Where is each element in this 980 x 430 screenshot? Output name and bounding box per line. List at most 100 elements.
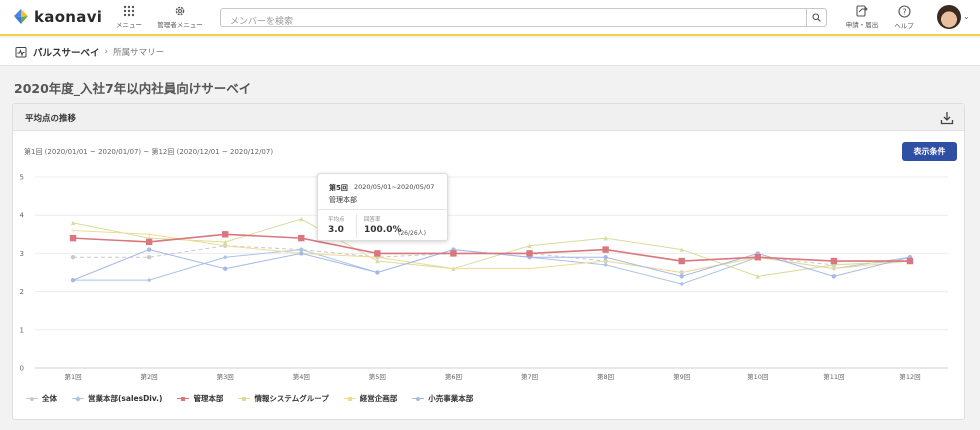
- x-tick-label: 第2回: [141, 372, 158, 381]
- user-avatar[interactable]: [937, 5, 961, 29]
- data-point: [450, 250, 457, 257]
- data-point: [146, 277, 152, 283]
- document-apply-icon: [855, 5, 868, 17]
- help-icon: ?: [897, 5, 911, 18]
- x-tick-label: 第12回: [899, 372, 920, 381]
- data-point: [526, 250, 533, 257]
- tooltip-dates: 2020/05/01~2020/05/07: [354, 183, 435, 191]
- tooltip-rate-detail: (26/26人): [398, 230, 426, 237]
- y-tick-label: 4: [20, 212, 25, 220]
- legend-swatch-marker: [416, 396, 421, 401]
- x-tick-label: 第10回: [747, 372, 768, 381]
- legend-label: 管理本部: [193, 394, 224, 403]
- tooltip-vdivider: [356, 214, 357, 238]
- x-tick-label: 第5回: [369, 372, 386, 381]
- legend-label: 経営企画部: [359, 394, 398, 403]
- member-search: [220, 8, 827, 31]
- apply-label: 申請・届出: [845, 21, 879, 29]
- data-point: [146, 247, 152, 252]
- x-tick-label: 第6回: [445, 372, 462, 381]
- data-point: [678, 257, 685, 265]
- apply-button[interactable]: 申請・届出: [840, 5, 884, 33]
- legend-swatch: [343, 396, 356, 402]
- x-tick-label: 第7回: [521, 372, 538, 381]
- data-point: [602, 246, 609, 253]
- data-point: [754, 254, 761, 261]
- legend-swatch-marker: [347, 396, 352, 401]
- y-tick-label: 1: [20, 326, 24, 334]
- legend-swatch-marker: [242, 396, 247, 401]
- logo[interactable]: kaonavi: [12, 8, 102, 26]
- chevron-down-icon[interactable]: ⌄: [963, 12, 970, 21]
- x-tick-label: 第1回: [64, 372, 81, 381]
- data-point: [223, 255, 228, 260]
- legend-item[interactable]: 小売事業本部: [412, 393, 473, 404]
- legend-item[interactable]: 全体: [26, 393, 57, 404]
- x-tick-label: 第11回: [823, 372, 844, 381]
- data-point: [299, 251, 304, 256]
- data-point: [298, 234, 305, 242]
- data-point: [375, 270, 380, 275]
- legend-item[interactable]: 経営企画部: [343, 393, 398, 404]
- chart-legend: 全体 営業本部(salesDiv.) 管理本部 情報システムグループ 経営企画部 小売事業…: [26, 393, 488, 404]
- data-point: [70, 255, 76, 260]
- y-tick-label: 3: [20, 250, 24, 258]
- y-tick-label: 0: [20, 365, 24, 373]
- breadcrumb: パルスサーベイ › 所属サマリー: [0, 38, 980, 66]
- logo-icon: [12, 8, 30, 26]
- legend-item[interactable]: 営業本部(salesDiv.): [72, 393, 162, 404]
- legend-swatch: [72, 395, 84, 402]
- data-point: [679, 274, 684, 279]
- legend-swatch-marker: [30, 396, 34, 401]
- trend-chart: 012345第1回 第2回 第3回 第4回 第5回 第6回 第7回 第8回 第9回 第10回 第11…: [20, 174, 948, 381]
- search-button[interactable]: [806, 9, 826, 26]
- legend-item[interactable]: 情報システムグループ: [238, 393, 329, 404]
- gear-icon: [175, 6, 185, 16]
- data-point: [223, 266, 228, 271]
- y-tick-label: 5: [20, 174, 24, 182]
- data-point: [603, 262, 608, 268]
- search-input[interactable]: [221, 13, 801, 31]
- legend-swatch-marker: [75, 395, 81, 402]
- tooltip-divider: [318, 209, 449, 210]
- data-point: [70, 277, 76, 283]
- tooltip-rate-value: 100.0%: [364, 225, 402, 235]
- tooltip-round: 第5回: [329, 184, 348, 192]
- help-button[interactable]: ? ヘルプ: [882, 5, 926, 33]
- brand-name: kaonavi: [34, 8, 103, 26]
- data-point: [831, 274, 837, 279]
- data-point: [679, 281, 684, 287]
- menu-button[interactable]: メニュー: [107, 5, 151, 33]
- chart-tooltip: 第5回 2020/05/01~2020/05/07 管理本部 平均点 3.0 回…: [317, 173, 449, 241]
- top-bar: kaonavi メニュー 管理者メニュー 申請・届出: [0, 0, 980, 36]
- y-tick-label: 2: [20, 288, 24, 296]
- breadcrumb-root[interactable]: パルスサーベイ: [33, 45, 100, 59]
- data-point: [374, 250, 381, 257]
- data-point: [222, 231, 229, 238]
- x-tick-label: 第4回: [293, 372, 310, 381]
- data-point: [146, 255, 152, 260]
- search-icon: [812, 13, 821, 22]
- data-point: [69, 234, 77, 242]
- page-title: 2020年度_入社7年以内社員向けサーベイ: [14, 81, 252, 96]
- grid-icon: [123, 5, 135, 17]
- svg-text:?: ?: [902, 7, 906, 16]
- chevron-right-icon: ›: [104, 46, 109, 57]
- series-line: [72, 218, 910, 277]
- data-point: [906, 257, 914, 265]
- tooltip-rate-label: 回答率: [364, 217, 381, 223]
- legend-item[interactable]: 管理本部: [177, 393, 223, 404]
- x-tick-label: 第8回: [597, 372, 614, 381]
- tooltip-dept: 管理本部: [329, 196, 357, 204]
- x-tick-label: 第3回: [217, 372, 234, 381]
- help-label: ヘルプ: [894, 22, 914, 30]
- breadcrumb-current: 所属サマリー: [113, 47, 165, 58]
- legend-swatch: [412, 396, 425, 402]
- legend-swatch-marker: [181, 396, 186, 401]
- legend-label: 小売事業本部: [428, 394, 474, 403]
- data-point: [603, 255, 608, 260]
- admin-menu-button[interactable]: 管理者メニュー: [157, 5, 203, 33]
- legend-swatch: [238, 396, 251, 402]
- x-tick-label: 第9回: [673, 372, 690, 381]
- legend-swatch: [26, 396, 38, 402]
